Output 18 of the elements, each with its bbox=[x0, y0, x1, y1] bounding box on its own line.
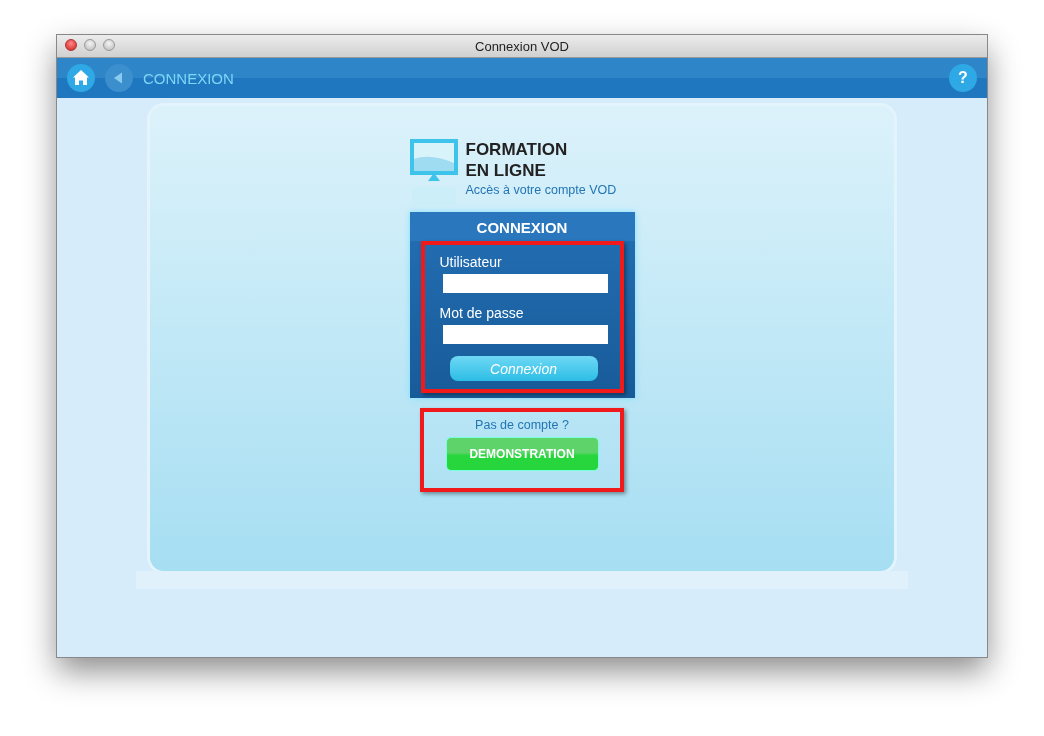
no-account-text: Pas de compte ? bbox=[475, 418, 569, 432]
back-icon[interactable] bbox=[105, 64, 133, 92]
logo-title: FORMATION EN LIGNE bbox=[465, 139, 569, 181]
login-header: CONNEXION bbox=[409, 212, 635, 241]
home-icon[interactable] bbox=[67, 64, 95, 92]
field-label: Utilisateur bbox=[439, 254, 503, 270]
zoom-button[interactable] bbox=[103, 39, 115, 51]
field-label: Mot de passe bbox=[439, 305, 525, 321]
help-button[interactable]: ? bbox=[949, 64, 977, 92]
logo-subtitle: Accès à votre compte VOD bbox=[465, 183, 617, 197]
demo-button[interactable]: DEMONSTRATION bbox=[445, 437, 599, 471]
page-title: CONNEXION bbox=[143, 69, 234, 87]
input-field[interactable] bbox=[442, 274, 608, 293]
close-button[interactable] bbox=[65, 39, 77, 51]
window-title: Connexion VOD bbox=[475, 38, 569, 54]
minimize-button[interactable] bbox=[84, 39, 96, 51]
input-field[interactable] bbox=[442, 325, 608, 344]
login-button[interactable]: Connexion bbox=[449, 356, 598, 381]
